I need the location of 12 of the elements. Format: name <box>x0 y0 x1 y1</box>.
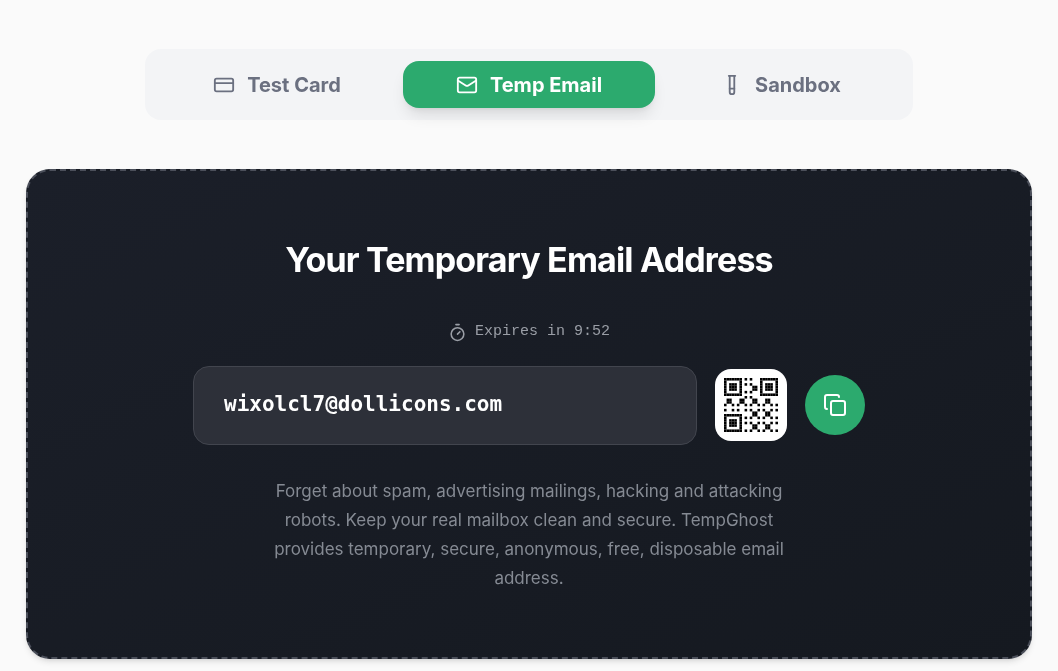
expiry-text: Expires in 9:52 <box>475 322 610 342</box>
qr-code-button[interactable] <box>715 369 787 441</box>
email-field[interactable]: wixolcl7@dollicons.com <box>193 365 697 445</box>
copy-button[interactable] <box>805 375 865 435</box>
tab[interactable]: Test Card <box>151 61 403 108</box>
tab[interactable]: Temp Email <box>403 61 655 108</box>
timer-icon <box>448 322 467 342</box>
qr-code-icon <box>724 378 778 432</box>
tab[interactable]: Sandbox <box>655 61 907 108</box>
description-text: Forget about spam, advertising mailings, hacking and attacking robots. Keep your real mailbox clean and secure. TempGhost provides temporary, secure, anonymous, free, disposable email address. <box>273 479 785 590</box>
card-title: Your Temporary Email Address <box>285 238 773 282</box>
copy-icon <box>823 393 847 417</box>
